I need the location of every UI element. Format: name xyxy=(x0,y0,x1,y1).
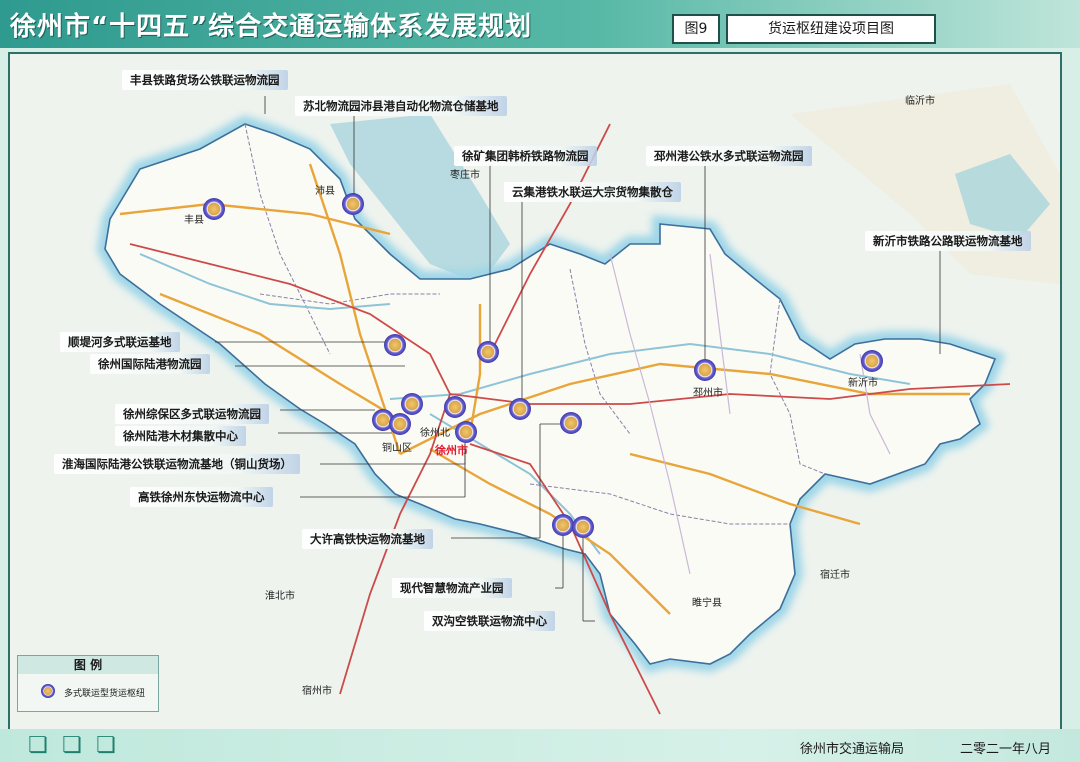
hub-marker-yunji[interactable] xyxy=(444,396,466,418)
hub-marker-tongshan-huochang[interactable] xyxy=(455,421,477,443)
hub-marker-mucai[interactable] xyxy=(389,413,411,435)
hub-legend-icon xyxy=(41,684,55,698)
place-suzhou: 宿州市 xyxy=(302,686,332,697)
place-fengxian: 丰县 xyxy=(184,215,204,226)
place-huaibei: 淮北市 xyxy=(265,591,295,602)
hub-marker-pizhou[interactable] xyxy=(694,359,716,381)
book-icon: ❏ xyxy=(28,733,48,758)
hub-label-shundihe: 顺堤河多式联运基地 xyxy=(60,332,180,352)
book-icon: ❏ xyxy=(96,733,116,758)
hub-label-hanqiao: 徐矿集团韩桥铁路物流园 xyxy=(454,146,597,166)
place-suining: 睢宁县 xyxy=(692,598,722,609)
hub-label-lugang: 徐州国际陆港物流园 xyxy=(90,354,210,374)
place-xuzhou: 徐州市 xyxy=(435,444,468,457)
hub-label-peixian: 苏北物流园沛县港自动化物流仓储基地 xyxy=(295,96,507,116)
place-peixian: 沛县 xyxy=(315,186,335,197)
page-title: 徐州市“十四五”综合交通运输体系发展规划 xyxy=(10,12,533,42)
legend-item-label: 多式联运型货运枢纽 xyxy=(64,689,146,699)
book-icon: ❏ xyxy=(62,733,82,758)
legend: 图 例 多式联运型货运枢纽 xyxy=(17,655,159,712)
hub-label-zongbaoqu: 徐州综保区多式联运物流园 xyxy=(115,404,269,424)
hub-label-daxu: 大许高铁快运物流基地 xyxy=(302,529,433,549)
hub-label-fengxian: 丰县铁路货场公铁联运物流园 xyxy=(122,70,288,90)
figure-number: 图9 xyxy=(672,14,720,44)
legend-title: 图 例 xyxy=(18,656,158,674)
place-pizhou: 邳州市 xyxy=(693,388,723,399)
place-zaozhuang: 枣庄市 xyxy=(450,170,480,181)
hub-label-yunji: 云集港铁水联运大宗货物集散仓 xyxy=(504,182,681,202)
issue-date: 二零二一年八月 xyxy=(960,742,1052,757)
issuing-authority: 徐州市交通运输局 xyxy=(800,742,905,757)
figure-title: 货运枢纽建设项目图 xyxy=(726,14,936,44)
place-linyi: 临沂市 xyxy=(905,96,935,107)
place-tongshan: 铜山区 xyxy=(382,443,412,454)
hub-marker-hanqiao[interactable] xyxy=(477,341,499,363)
hub-marker-zhihui[interactable] xyxy=(552,514,574,536)
hub-marker-xinyi[interactable] xyxy=(861,350,883,372)
hub-label-zhihui: 现代智慧物流产业园 xyxy=(392,578,512,598)
hub-label-xinyi: 新沂市铁路公路联运物流基地 xyxy=(865,231,1031,251)
hub-marker-daxu[interactable] xyxy=(560,412,582,434)
place-xinyi: 新沂市 xyxy=(848,378,878,389)
hub-label-pizhou: 邳州港公铁水多式联运物流园 xyxy=(646,146,812,166)
place-suqian: 宿迁市 xyxy=(820,570,850,581)
hub-label-mucai: 徐州陆港木材集散中心 xyxy=(115,426,246,446)
hub-marker-shuanggou[interactable] xyxy=(572,516,594,538)
hub-label-tongshan-huochang: 淮海国际陆港公铁联运物流基地（铜山货场） xyxy=(54,454,300,474)
footer-band xyxy=(0,729,1080,762)
place-xuzhou-north: 徐州北 xyxy=(420,428,450,439)
hub-marker-shundihe[interactable] xyxy=(384,334,406,356)
hub-label-shuanggou: 双沟空铁联运物流中心 xyxy=(424,611,555,631)
map-sheet: 徐州市“十四五”综合交通运输体系发展规划 图9 货运枢纽建设项目图 丰县铁路货场… xyxy=(0,0,1080,762)
hub-marker-luganggwuliu[interactable] xyxy=(401,393,423,415)
hub-marker-peixian[interactable] xyxy=(342,193,364,215)
hub-label-xuzhoudong: 高铁徐州东快运物流中心 xyxy=(130,487,273,507)
hub-marker-fengxian[interactable] xyxy=(203,198,225,220)
map-canvas[interactable]: 丰县铁路货场公铁联运物流园 苏北物流园沛县港自动化物流仓储基地 徐矿集团韩桥铁路… xyxy=(8,52,1062,731)
hub-marker-xuzhoudong[interactable] xyxy=(509,398,531,420)
